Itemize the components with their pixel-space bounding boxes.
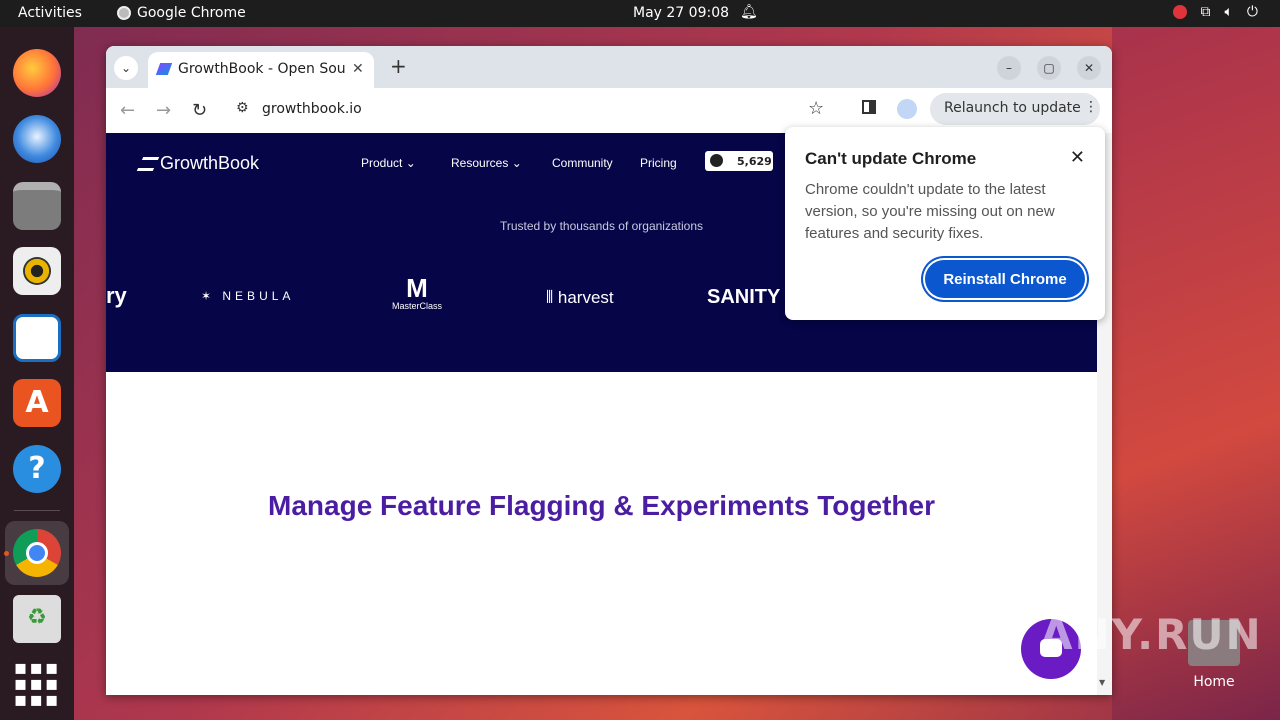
notification-bell-icon: 🔔︎ [740,4,758,20]
harvest-label: harvest [557,288,614,307]
github-icon [710,154,723,167]
dialog-close-icon[interactable]: ✕ [1070,147,1085,168]
top-bar: Activities Google Chrome May 27 09:08 🔔︎… [0,0,1280,27]
growthbook-mark-icon [136,156,160,171]
logo-text: GrowthBook [160,153,260,173]
brand-logo-nebula: ✶ NEBULA [201,289,295,303]
new-tab-button[interactable]: + [390,54,407,78]
page-headline: Manage Feature Flagging & Experiments To… [268,490,935,521]
site-info-icon[interactable]: ⚙ [236,100,249,116]
relaunch-label: Relaunch to update [944,100,1081,116]
back-icon[interactable]: ← [120,100,135,121]
profile-icon[interactable] [897,99,917,119]
forward-icon[interactable]: → [156,100,171,121]
nav-product-label: Product [361,156,403,170]
writer-icon[interactable] [13,314,61,362]
brand-logo-masterclass: M MasterClass [392,275,442,311]
browser-tab[interactable]: GrowthBook - Open Sou ✕ [148,52,374,88]
growthbook-favicon-icon [155,63,173,75]
dialog-title: Can't update Chrome [805,149,977,168]
scroll-down-arrow-icon[interactable]: ▼ [1099,678,1105,687]
anyrun-watermark: ANY.RUN [1040,610,1263,659]
tab-title: GrowthBook - Open Sou [178,61,346,77]
nebula-label: NEBULA [222,289,295,303]
github-stars-button[interactable]: 5,629 [705,151,773,171]
app-menu-label: Google Chrome [137,5,246,21]
tab-close-icon[interactable]: ✕ [352,61,364,77]
tab-search-button[interactable]: ⌄ [114,56,138,80]
firefox-icon[interactable] [13,49,61,97]
nav-resources-label: Resources [451,156,509,170]
home-label: Home [1193,674,1235,690]
activities-button[interactable]: Activities [18,5,82,21]
side-panel-icon[interactable] [862,100,876,114]
update-error-icon [1172,5,1187,19]
nav-community[interactable]: Community [552,156,613,170]
minimize-button[interactable]: – [997,56,1021,80]
clock[interactable]: May 27 09:08 [633,5,729,21]
speaker-cone-icon [23,257,51,285]
recycle-symbol-icon: ♻ [27,605,47,630]
trash-icon[interactable]: ♻ [13,595,61,643]
thunderbird-icon[interactable] [13,115,61,163]
running-indicator [4,551,9,556]
nav-product[interactable]: Product ⌄ [361,156,416,170]
dock: A ? ♻ ▪▪▪ ▪▪▪ ▪▪▪ [0,27,74,720]
chrome-small-icon [117,6,131,20]
address-bar[interactable]: ⚙ growthbook.io ☆ [224,94,844,126]
app-center-icon[interactable]: A [13,379,61,427]
power-icon: ⏻ [1246,4,1258,20]
masterclass-label: MasterClass [392,301,443,311]
dialog-body: Chrome couldn't update to the latest ver… [805,181,1055,242]
brand-logo-partial: ry [106,283,127,308]
cant-update-chrome-dialog: Can't update Chrome ✕ Chrome couldn't up… [785,127,1105,320]
rhythmbox-icon[interactable] [13,247,61,295]
reload-icon[interactable]: ↻ [192,100,207,121]
bookmark-star-icon[interactable]: ☆ [808,98,824,119]
brand-logo-sanity: SANITY [707,286,781,308]
tab-strip: ⌄ GrowthBook - Open Sou ✕ + – ▢ ✕ [106,46,1112,88]
app-menu[interactable]: Google Chrome [117,5,246,21]
files-icon[interactable] [13,182,61,230]
system-tray[interactable]: ⧉ 🔈︎ ⏻ [1172,4,1258,20]
chrome-logo-icon [13,529,61,577]
network-icon: ⧉ [1200,4,1211,20]
nav-resources[interactable]: Resources ⌄ [451,156,522,170]
github-star-count: 5,629 [737,155,772,168]
relaunch-to-update-button[interactable]: Relaunch to update ⋮ [930,93,1100,125]
help-icon[interactable]: ? [13,445,61,493]
masterclass-mark-icon: M [406,273,428,303]
growthbook-logo[interactable]: GrowthBook [136,153,260,174]
menu-kebab-icon: ⋮ [1084,99,1098,115]
nav-pricing[interactable]: Pricing [640,156,677,170]
app-grid-icon[interactable]: ▪▪▪ ▪▪▪ ▪▪▪ [13,657,61,709]
brand-logo-harvest: ⫴ harvest [546,288,614,307]
close-window-button[interactable]: ✕ [1077,56,1101,80]
volume-icon: 🔈︎ [1224,4,1233,20]
reinstall-chrome-button[interactable]: Reinstall Chrome [925,260,1085,298]
maximize-button[interactable]: ▢ [1037,56,1061,80]
chrome-logo-center [26,542,48,564]
dock-separator [14,510,60,511]
url-text: growthbook.io [262,101,362,117]
chrome-icon[interactable] [5,521,69,585]
